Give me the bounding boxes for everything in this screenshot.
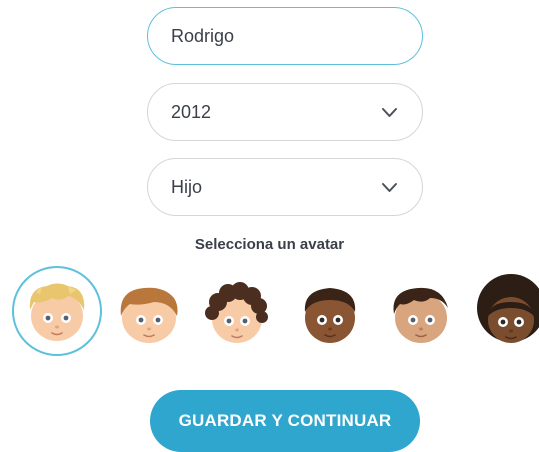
tan-skin-boy-avatar-icon [393, 287, 448, 343]
avatar-option-afro[interactable] [466, 266, 539, 356]
relation-select-value: Hijo [171, 176, 203, 197]
avatar-option-light-brown[interactable] [104, 266, 194, 356]
selected-ring [12, 266, 102, 356]
curly-hair-boy-avatar-icon [205, 282, 268, 343]
avatar-option-blond[interactable] [12, 266, 102, 356]
name-field-value: Rodrigo [171, 25, 235, 46]
chevron-down-icon [382, 108, 397, 117]
avatar-option-tan-skin[interactable] [376, 266, 466, 356]
name-field[interactable]: Rodrigo [147, 7, 423, 65]
avatar-section-title: Selecciona un avatar [194, 236, 345, 253]
chevron-down-icon [382, 183, 397, 192]
dark-skin-boy-avatar-icon [304, 288, 356, 343]
save-and-continue-button[interactable]: GUARDAR Y CONTINUAR [150, 390, 420, 452]
afro-boy-avatar-icon [477, 274, 539, 343]
avatar-option-curly-brown[interactable] [192, 266, 282, 356]
avatar-option-dark-skin[interactable] [285, 266, 375, 356]
brown-hair-boy-avatar-icon [120, 287, 178, 343]
relation-select[interactable]: Hijo [147, 158, 423, 216]
year-select[interactable]: 2012 [147, 83, 423, 141]
year-select-value: 2012 [171, 101, 212, 122]
